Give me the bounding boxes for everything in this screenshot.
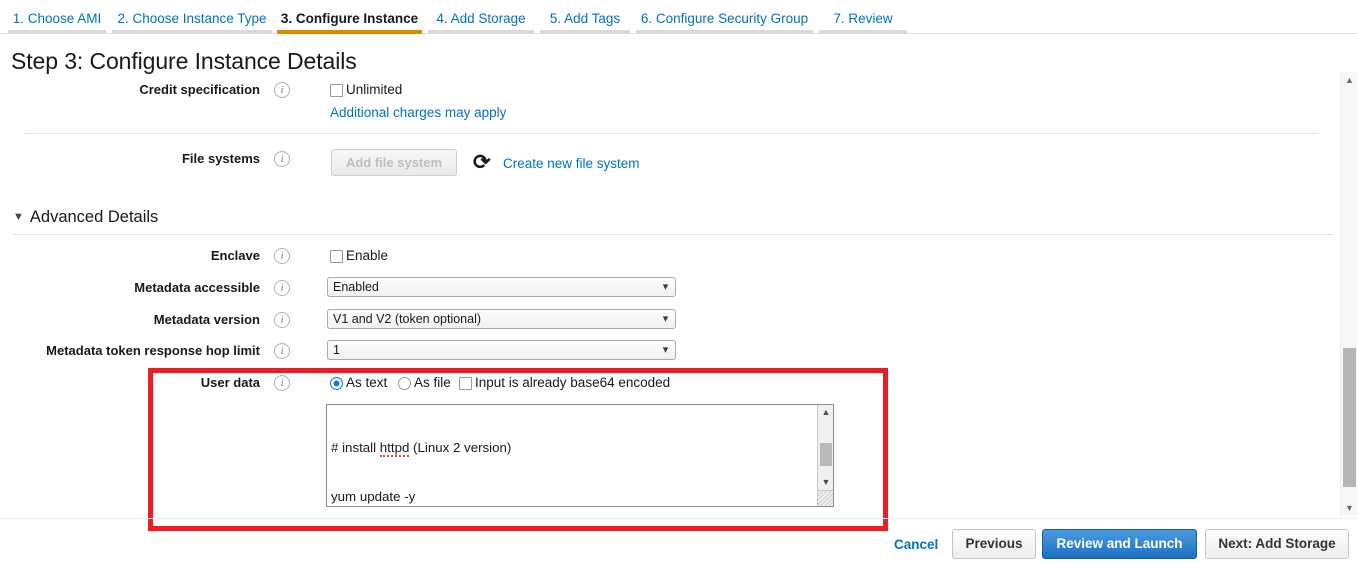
user-data-label: User data bbox=[200, 375, 260, 390]
additional-charges-link[interactable]: Additional charges may apply bbox=[330, 105, 506, 120]
script-line: yum update -y bbox=[331, 489, 416, 505]
review-and-launch-button[interactable]: Review and Launch bbox=[1042, 529, 1197, 559]
user-data-textarea[interactable]: # install httpd (Linux 2 version) yum up… bbox=[326, 404, 834, 507]
tab-add-tags[interactable]: 5. Add Tags bbox=[540, 0, 630, 34]
textarea-scrollbar-thumb[interactable] bbox=[820, 443, 832, 466]
credit-specification-info-icon[interactable]: i bbox=[274, 82, 290, 98]
metadata-hop-limit-value: 1 bbox=[333, 343, 340, 357]
create-new-file-system-link[interactable]: Create new file system bbox=[503, 156, 640, 171]
page-scroll-down-icon[interactable]: ▼ bbox=[1341, 500, 1357, 516]
add-file-system-button: Add file system bbox=[331, 149, 457, 176]
cancel-button[interactable]: Cancel bbox=[894, 537, 938, 552]
tab-configure-security-group[interactable]: 6. Configure Security Group bbox=[636, 0, 813, 34]
divider-credit bbox=[25, 133, 1318, 134]
next-add-storage-button[interactable]: Next: Add Storage bbox=[1205, 529, 1349, 559]
user-data-as-text-label: As text bbox=[346, 375, 388, 390]
script-token: # install bbox=[331, 440, 380, 456]
advanced-details-label: Advanced Details bbox=[29, 208, 159, 226]
metadata-hop-limit-label: Metadata token response hop limit bbox=[46, 343, 260, 358]
metadata-accessible-label: Metadata accessible bbox=[134, 280, 260, 295]
textarea-resize-grip[interactable] bbox=[817, 490, 833, 506]
user-data-script[interactable]: # install httpd (Linux 2 version) yum up… bbox=[331, 408, 801, 506]
file-systems-label: File systems bbox=[181, 151, 260, 166]
page-scroll-up-icon[interactable]: ▲ bbox=[1341, 72, 1357, 88]
user-data-as-file-radio[interactable] bbox=[398, 377, 411, 390]
file-systems-info-icon[interactable]: i bbox=[274, 151, 290, 167]
base64-encoded-label: Input is already base64 encoded bbox=[475, 375, 671, 390]
footer-divider bbox=[0, 518, 1357, 519]
metadata-accessible-info-icon[interactable]: i bbox=[274, 280, 290, 296]
enclave-info-icon[interactable]: i bbox=[274, 248, 290, 264]
tab-choose-ami[interactable]: 1. Choose AMI bbox=[8, 0, 106, 34]
metadata-hop-limit-select[interactable]: 1 bbox=[327, 340, 676, 360]
unlimited-checkbox[interactable] bbox=[330, 84, 343, 97]
wizard-tab-bar: 1. Choose AMI 2. Choose Instance Type 3.… bbox=[0, 0, 1357, 34]
metadata-accessible-select[interactable]: Enabled bbox=[327, 277, 676, 297]
chevron-down-icon: ▼ bbox=[13, 211, 24, 223]
metadata-version-value: V1 and V2 (token optional) bbox=[333, 312, 482, 326]
previous-button[interactable]: Previous bbox=[952, 529, 1036, 559]
user-data-as-file-label: As file bbox=[414, 375, 451, 390]
scroll-down-icon[interactable]: ▼ bbox=[818, 475, 833, 490]
page-title: Step 3: Configure Instance Details bbox=[11, 48, 357, 74]
chevron-down-icon bbox=[660, 282, 671, 294]
credit-specification-label: Credit specification bbox=[139, 82, 260, 97]
advanced-details-toggle[interactable]: ▼ Advanced Details bbox=[13, 208, 158, 227]
refresh-icon[interactable]: ⟳ bbox=[473, 152, 491, 173]
enclave-enable-label: Enable bbox=[346, 248, 389, 263]
enclave-enable-checkbox[interactable] bbox=[330, 250, 343, 263]
tab-choose-instance-type[interactable]: 2. Choose Instance Type bbox=[112, 0, 272, 34]
scroll-up-icon[interactable]: ▲ bbox=[818, 405, 833, 420]
base64-encoded-checkbox[interactable] bbox=[459, 377, 472, 390]
metadata-hop-limit-info-icon[interactable]: i bbox=[274, 343, 290, 359]
enclave-label: Enclave bbox=[210, 248, 260, 263]
user-data-info-icon[interactable]: i bbox=[274, 375, 290, 391]
divider-advanced bbox=[13, 234, 1333, 235]
tab-add-storage[interactable]: 4. Add Storage bbox=[428, 0, 534, 34]
tab-configure-instance[interactable]: 3. Configure Instance bbox=[277, 0, 422, 34]
metadata-version-label: Metadata version bbox=[153, 312, 260, 327]
page-scrollbar-thumb[interactable] bbox=[1343, 348, 1356, 487]
user-data-as-text-radio[interactable] bbox=[330, 377, 343, 390]
metadata-version-select[interactable]: V1 and V2 (token optional) bbox=[327, 309, 676, 329]
chevron-down-icon bbox=[660, 314, 671, 326]
unlimited-label: Unlimited bbox=[346, 82, 403, 97]
configure-instance-page: 1. Choose AMI 2. Choose Instance Type 3.… bbox=[0, 0, 1357, 569]
metadata-accessible-value: Enabled bbox=[333, 280, 379, 294]
misspelled-word: httpd bbox=[379, 440, 410, 458]
metadata-version-info-icon[interactable]: i bbox=[274, 312, 290, 328]
tab-review[interactable]: 7. Review bbox=[819, 0, 907, 34]
page-scrollbar[interactable]: ▲ ▼ bbox=[1340, 72, 1357, 516]
chevron-down-icon bbox=[660, 345, 671, 357]
script-line: # install httpd (Linux 2 version) bbox=[331, 440, 512, 458]
